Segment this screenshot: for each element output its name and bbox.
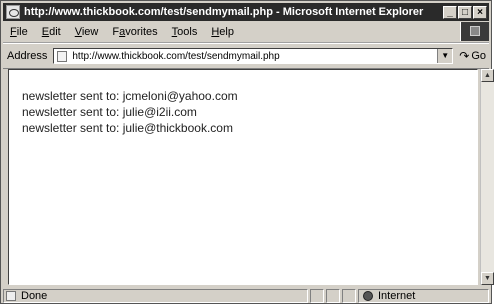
scroll-down-icon[interactable]: ▼ (481, 272, 494, 285)
list-item: newsletter sent to: jcmeloni@yahoo.com (22, 89, 238, 103)
page-content: newsletter sent to: jcmeloni@yahoo.com n… (8, 69, 478, 285)
maximize-button[interactable]: □ (458, 5, 472, 19)
page-icon (57, 50, 68, 62)
close-button[interactable]: × (473, 5, 487, 19)
status-pane (326, 289, 340, 303)
menu-edit[interactable]: Edit (35, 26, 68, 38)
go-label: Go (471, 50, 486, 62)
menu-bar: File Edit View Favorites Tools Help (3, 22, 489, 43)
window-title: http://www.thickbook.com/test/sendmymail… (24, 6, 424, 18)
title-bar[interactable]: http://www.thickbook.com/test/sendmymail… (3, 3, 489, 21)
address-label: Address (7, 50, 48, 62)
status-pane (310, 289, 324, 303)
list-item: newsletter sent to: julie@thickbook.com (22, 121, 233, 135)
zone-label: Internet (378, 290, 416, 302)
menu-tools[interactable]: Tools (165, 26, 205, 38)
scroll-up-icon[interactable]: ▲ (481, 69, 494, 82)
vertical-scrollbar[interactable]: ▲ ▼ (480, 69, 494, 285)
address-dropdown-icon[interactable]: ▼ (437, 49, 453, 63)
message-list: newsletter sent to: jcmeloni@yahoo.com n… (22, 88, 238, 136)
page-status-icon (6, 291, 16, 301)
windows-logo-throbber-icon (460, 22, 489, 41)
address-url: http://www.thickbook.com/test/sendmymail… (72, 50, 280, 62)
status-pane (342, 289, 356, 303)
status-main-pane: Done (3, 289, 308, 303)
address-bar: Address http://www.thickbook.com/test/se… (3, 43, 489, 69)
go-arrow-icon: ↷ (459, 49, 470, 63)
menu-file[interactable]: File (3, 26, 35, 38)
browser-window: http://www.thickbook.com/test/sendmymail… (0, 0, 494, 304)
menu-view[interactable]: View (68, 26, 106, 38)
list-item: newsletter sent to: julie@i2ii.com (22, 105, 197, 119)
internet-zone-icon (363, 291, 373, 301)
go-button[interactable]: ↷ Go (453, 49, 489, 63)
ie-page-icon (6, 5, 20, 19)
window-controls: _ □ × (443, 5, 487, 19)
status-bar: Done Internet (3, 288, 489, 304)
menu-help[interactable]: Help (204, 26, 241, 38)
menu-favorites[interactable]: Favorites (105, 26, 164, 38)
minimize-button[interactable]: _ (443, 5, 457, 19)
status-zone-pane: Internet (358, 289, 489, 303)
address-input[interactable]: http://www.thickbook.com/test/sendmymail… (53, 48, 454, 64)
status-text: Done (21, 290, 48, 302)
